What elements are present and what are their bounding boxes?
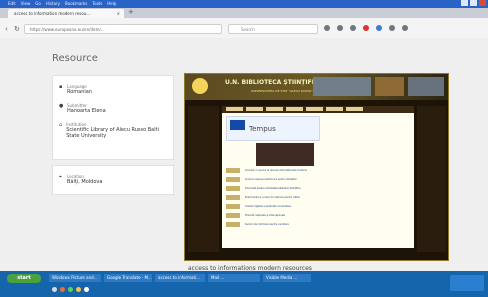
person-icon: ● [59, 103, 64, 109]
language-value: Romanian [67, 89, 93, 95]
resource-preview-image[interactable]: U.N. BIBLIOTECA ȘTIINȚIFICĂ UNIVERSITATE… [184, 73, 449, 261]
start-button[interactable]: start [7, 274, 41, 283]
toolbar-icons [324, 25, 408, 31]
resource-metadata-card: ▪ Language Romanian ● Submitter Hanoarta… [52, 75, 174, 160]
maximize-button[interactable] [470, 0, 477, 6]
taskbar-item-picture-viewer[interactable]: Windows Picture and... [49, 274, 101, 282]
location-icon: ⌖ [59, 174, 62, 180]
home-icon[interactable] [337, 25, 343, 31]
tempus-label: Tempus [249, 125, 276, 133]
download-icon[interactable] [324, 25, 330, 31]
library-photo [375, 77, 404, 96]
resource-title: Resource [52, 53, 98, 64]
menu-tools[interactable]: Tools [92, 1, 102, 6]
window-controls [461, 0, 486, 6]
bookmark-icon[interactable] [350, 25, 356, 31]
institution-value: Scientific Library of Alecu Russo Balti … [66, 127, 159, 139]
menu-icon[interactable] [402, 25, 408, 31]
quick-launch-icon[interactable] [60, 287, 65, 292]
menu-view[interactable]: View [21, 1, 31, 6]
site-right-navigation [417, 106, 446, 252]
menu-bar: Edit View Go History Bookmarks Tools Hel… [8, 1, 116, 6]
search-input[interactable]: Search [228, 24, 318, 34]
close-window-button[interactable] [479, 0, 486, 6]
quick-launch [52, 287, 89, 292]
close-tab-icon[interactable]: × [117, 11, 120, 16]
location-value: Bălți, Moldova [67, 179, 103, 185]
site-main-panel: Tempus Anunțuri cu privire la resurse in… [222, 106, 414, 248]
location-field: ⌖ Location Bălți, Moldova [53, 174, 173, 185]
sync-icon[interactable] [389, 25, 395, 31]
menu-history[interactable]: History [46, 1, 60, 6]
system-tray [450, 275, 484, 291]
tempus-banner: Tempus [226, 116, 320, 141]
institution-icon: ⌂ [59, 122, 63, 128]
address-bar[interactable]: https://www.europeana.eu/en/item/... [24, 24, 222, 34]
browser-tab[interactable]: access to information modern resou... × [8, 9, 124, 18]
submitter-field: ● Submitter Hanoarta Elena [53, 103, 173, 114]
site-menu [222, 106, 414, 113]
reload-icon[interactable]: ↻ [14, 25, 20, 33]
quick-launch-icon[interactable] [84, 287, 89, 292]
taskbar-item-mail[interactable]: Mail ... [208, 274, 260, 282]
menu-help[interactable]: Help [107, 1, 116, 6]
site-left-navigation [188, 106, 219, 252]
quick-launch-icon[interactable] [76, 287, 81, 292]
institution-field: ⌂ Institution Scientific Library of Alec… [53, 122, 173, 139]
taskbar-item-browser[interactable]: access to informati... [155, 274, 205, 282]
campus-photo [408, 77, 444, 96]
library-subtitle: UNIVERSITATEA DE STAT "ALECU RUSSO" BĂLȚ… [251, 89, 323, 93]
back-icon[interactable]: ‹ [5, 25, 8, 33]
menu-go[interactable]: Go [35, 1, 41, 6]
language-icon: ▪ [59, 84, 63, 90]
slideshow-image [256, 143, 314, 166]
news-list: Anunțuri cu privire la resurse informați… [226, 168, 410, 231]
language-field: ▪ Language Romanian [53, 84, 173, 95]
location-card: ⌖ Location Bălți, Moldova [52, 165, 174, 195]
quick-launch-icon[interactable] [52, 287, 57, 292]
building-photo [313, 77, 371, 96]
new-tab-button[interactable]: + [128, 9, 136, 17]
extension-icon[interactable] [363, 25, 369, 31]
library-header: U.N. BIBLIOTECA ȘTIINȚIFICĂ UNIVERSITATE… [185, 74, 448, 100]
quick-launch-icon[interactable] [68, 287, 73, 292]
taskbar-item-google-translate[interactable]: Google Translate - M... [104, 274, 152, 282]
submitter-value: Hanoarta Elena [67, 108, 106, 114]
library-logo [192, 78, 208, 94]
minimize-button[interactable] [461, 0, 468, 6]
taskbar-item-media[interactable]: Visible Media ... [263, 274, 311, 282]
tab-title: access to information modern resou... [14, 11, 91, 16]
menu-edit[interactable]: Edit [8, 1, 16, 6]
menu-bookmarks[interactable]: Bookmarks [65, 1, 87, 6]
pocket-icon[interactable] [376, 25, 382, 31]
library-name: U.N. BIBLIOTECA ȘTIINȚIFICĂ [225, 79, 324, 86]
eu-flag [230, 120, 245, 130]
